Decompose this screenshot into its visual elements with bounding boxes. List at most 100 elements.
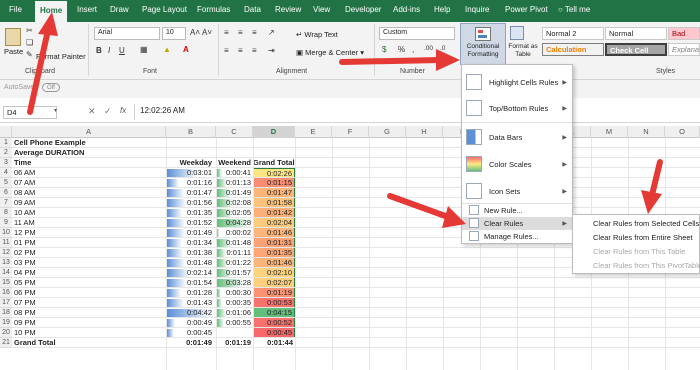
select-all-corner[interactable] (0, 126, 12, 138)
tab-help[interactable]: Help (434, 4, 450, 16)
column-header-a[interactable]: A (12, 126, 166, 138)
column-header-c[interactable]: C (216, 126, 253, 138)
style-normal-2[interactable]: Normal 2 (542, 27, 604, 40)
menu-icon-sets[interactable]: Icon Sets ▶ (462, 178, 572, 204)
row-header[interactable]: 18 (0, 308, 12, 318)
align-middle-icon[interactable]: ≡ (238, 28, 243, 37)
accounting-format-icon[interactable]: $ (382, 45, 386, 54)
autosave-toggle[interactable]: Off (42, 83, 60, 92)
percent-icon[interactable]: % (398, 45, 405, 54)
tab-power-pivot[interactable]: Power Pivot (505, 4, 548, 16)
row-header[interactable]: 12 (0, 248, 12, 258)
menu-color-scales[interactable]: Color Scales ▶ (462, 151, 572, 177)
column-header-e[interactable]: E (295, 126, 332, 138)
tab-draw[interactable]: Draw (110, 4, 129, 16)
font-size-select[interactable]: 10 (162, 27, 186, 40)
insert-function-button[interactable]: fx (120, 106, 126, 115)
font-name-select[interactable]: Arial (94, 27, 160, 40)
menu-top-bottom-rules[interactable]: Top/Bottom Rules ▶ (462, 96, 572, 120)
cancel-icon[interactable]: ✕ (88, 106, 96, 117)
column-header-d[interactable]: D (253, 126, 295, 138)
row-header[interactable]: 16 (0, 288, 12, 298)
row-header[interactable]: 21 (0, 338, 12, 348)
tab-home[interactable]: Home (35, 1, 68, 22)
decrease-font-icon[interactable]: A˅ (202, 28, 212, 37)
fill-color-icon[interactable]: ▲ (163, 45, 171, 54)
number-format-select[interactable]: Custom (379, 27, 455, 40)
align-bottom-icon[interactable]: ≡ (252, 28, 257, 37)
row-header[interactable]: 6 (0, 188, 12, 198)
wrap-text-button[interactable]: ↵ Wrap Text (296, 30, 338, 39)
borders-icon[interactable]: ▦ (140, 45, 148, 54)
chevron-down-icon[interactable]: ▾ (54, 107, 57, 114)
tell-me-search[interactable]: ○ Tell me (558, 4, 590, 16)
style-normal[interactable]: Normal (605, 27, 667, 40)
clear-rules-selected-cells[interactable]: Clear Rules from Selected Cells (593, 219, 699, 228)
menu-data-bars[interactable]: Data Bars ▶ (462, 124, 572, 150)
row-header[interactable]: 1 (0, 138, 12, 148)
tab-insert[interactable]: Insert (77, 4, 97, 16)
row-header[interactable]: 10 (0, 228, 12, 238)
align-right-icon[interactable]: ≡ (252, 46, 257, 55)
row-header[interactable]: 13 (0, 258, 12, 268)
row-header[interactable]: 9 (0, 218, 12, 228)
tab-review[interactable]: Review (275, 4, 301, 16)
row-header[interactable]: 17 (0, 298, 12, 308)
tab-file[interactable]: File (9, 4, 22, 16)
tab-page-layout[interactable]: Page Layout (142, 4, 187, 16)
column-header-b[interactable]: B (166, 126, 216, 138)
format-as-table-button[interactable]: Format as Table (504, 43, 542, 59)
align-center-icon[interactable]: ≡ (238, 46, 243, 55)
column-header-f[interactable]: F (332, 126, 369, 138)
align-left-icon[interactable]: ≡ (224, 46, 229, 55)
increase-font-icon[interactable]: A˄ (190, 28, 200, 37)
column-header-o[interactable]: O (665, 126, 700, 138)
comma-style-icon[interactable]: , (412, 45, 414, 54)
increase-decimal-icon[interactable]: .00 (424, 45, 433, 52)
format-painter-button[interactable]: Format Painter (36, 52, 86, 61)
name-box[interactable]: D4 (3, 106, 57, 119)
menu-manage-rules[interactable]: Manage Rules... (462, 230, 572, 243)
column-header-m[interactable]: M (591, 126, 628, 138)
tab-add-ins[interactable]: Add-ins (393, 4, 420, 16)
row-header[interactable]: 5 (0, 178, 12, 188)
font-color-icon[interactable]: A (183, 45, 189, 54)
cut-icon[interactable]: ✂ (26, 26, 33, 35)
row-header[interactable]: 11 (0, 238, 12, 248)
row-header[interactable]: 8 (0, 208, 12, 218)
column-header-n[interactable]: N (628, 126, 665, 138)
paste-button[interactable]: Paste (4, 47, 23, 56)
formula-input[interactable]: 12:02:26 AM (140, 106, 695, 119)
tab-inquire[interactable]: Inquire (465, 4, 489, 16)
underline-button[interactable]: U (119, 46, 125, 55)
style-bad[interactable]: Bad (668, 27, 700, 40)
row-header[interactable]: 15 (0, 278, 12, 288)
merge-center-button[interactable]: ▣ Merge & Center ▾ (296, 48, 364, 57)
menu-new-rule[interactable]: New Rule... (462, 204, 572, 217)
row-header[interactable]: 20 (0, 328, 12, 338)
clear-rules-entire-sheet[interactable]: Clear Rules from Entire Sheet (593, 233, 693, 242)
tab-view[interactable]: View (313, 4, 330, 16)
column-header-h[interactable]: H (406, 126, 443, 138)
column-header-g[interactable]: G (369, 126, 406, 138)
decrease-decimal-icon[interactable]: .0 (440, 45, 445, 52)
copy-icon[interactable]: ❏ (26, 38, 33, 47)
enter-icon[interactable]: ✓ (104, 106, 112, 117)
row-header[interactable]: 14 (0, 268, 12, 278)
menu-clear-rules[interactable]: Clear Rules ▶ (462, 217, 572, 230)
tab-data[interactable]: Data (244, 4, 261, 16)
tab-formulas[interactable]: Formulas (197, 4, 230, 16)
indent-icon[interactable]: ⇥ (268, 46, 275, 55)
align-top-icon[interactable]: ≡ (224, 28, 229, 37)
italic-button[interactable]: I (108, 46, 110, 55)
row-header[interactable]: 19 (0, 318, 12, 328)
row-header[interactable]: 7 (0, 198, 12, 208)
style-check-cell[interactable]: Check Cell (605, 43, 667, 56)
orientation-icon[interactable]: ↗ (268, 28, 275, 37)
row-header[interactable]: 4 (0, 168, 12, 178)
bold-button[interactable]: B (96, 46, 102, 55)
tab-developer[interactable]: Developer (345, 4, 381, 16)
style-explanatory[interactable]: Explanatory... (668, 43, 700, 56)
style-calculation[interactable]: Calculation (542, 43, 604, 56)
menu-highlight-cells-rules[interactable]: Highlight Cells Rules ▶ (462, 70, 572, 94)
